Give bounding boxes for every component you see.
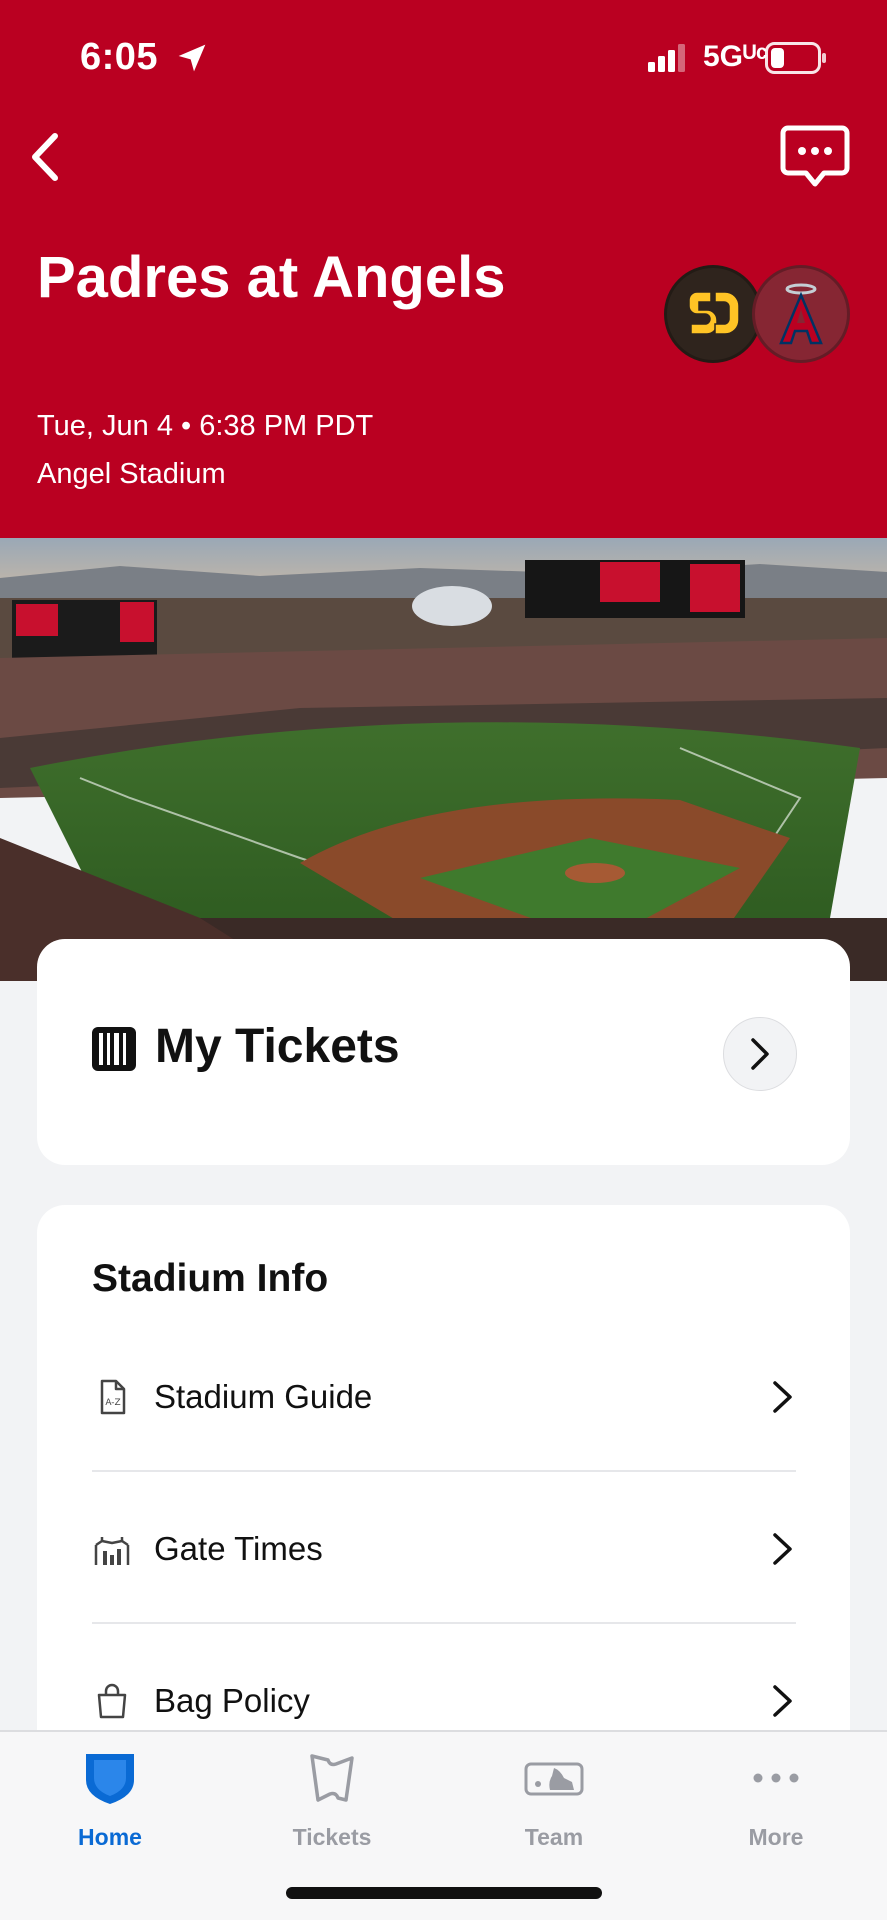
stadium-guide-row[interactable]: A-Z Stadium Guide <box>92 1322 796 1472</box>
chevron-right-icon <box>773 1533 792 1565</box>
my-tickets-label: My Tickets <box>155 1020 400 1073</box>
game-title: Padres at Angels <box>37 245 506 310</box>
more-dots-icon <box>753 1773 799 1783</box>
bag-policy-label: Bag Policy <box>154 1682 310 1719</box>
stadium-photo <box>0 538 887 981</box>
gate-icon <box>94 1537 130 1565</box>
stadium-info-title: Stadium Info <box>92 1257 329 1300</box>
bag-icon <box>97 1683 127 1719</box>
tab-tickets[interactable]: Tickets <box>232 1732 432 1872</box>
tab-home-label: Home <box>78 1824 142 1850</box>
padres-logo <box>664 265 762 363</box>
location-arrow-icon <box>178 44 206 72</box>
angels-a-icon <box>779 283 823 345</box>
chevron-right-icon <box>773 1381 792 1413</box>
gate-times-row[interactable]: Gate Times <box>92 1474 796 1624</box>
signal-icon <box>648 44 685 72</box>
game-venue: Angel Stadium <box>37 458 226 490</box>
back-button[interactable] <box>14 122 74 192</box>
stadium-guide-label: Stadium Guide <box>154 1378 373 1415</box>
stadium-illustration <box>0 538 887 981</box>
tab-more-label: More <box>748 1824 804 1850</box>
chat-bubble-icon[interactable] <box>780 124 850 190</box>
tab-tickets-label: Tickets <box>292 1824 372 1850</box>
mlb-logo-icon <box>524 1762 584 1796</box>
chevron-left-icon <box>32 133 58 181</box>
angels-logo <box>752 265 850 363</box>
chevron-right-icon <box>751 1038 769 1070</box>
home-shield-icon <box>86 1754 134 1804</box>
padres-sd-icon <box>688 291 740 335</box>
game-header: 6:05 5Gᵁᶜ Padres at Angels Tue, Jun 4 • … <box>0 0 887 538</box>
ticket-icon <box>310 1754 354 1802</box>
home-indicator[interactable] <box>286 1887 602 1899</box>
network-indicator: 5Gᵁᶜ <box>703 40 768 73</box>
document-az-icon: A-Z <box>100 1379 126 1415</box>
status-bar: 6:05 5Gᵁᶜ <box>0 0 887 120</box>
my-tickets-card[interactable]: My Tickets <box>37 939 850 1165</box>
svg-text:A-Z: A-Z <box>105 1398 120 1408</box>
chevron-right-icon <box>773 1685 792 1717</box>
tab-more[interactable]: More <box>676 1732 876 1872</box>
barcode-icon <box>92 1027 136 1071</box>
status-time: 6:05 <box>80 36 159 78</box>
my-tickets-open-button[interactable] <box>723 1017 797 1091</box>
tab-team[interactable]: Team <box>454 1732 654 1872</box>
tab-team-label: Team <box>524 1824 584 1850</box>
tab-home[interactable]: Home <box>10 1732 210 1872</box>
gate-times-label: Gate Times <box>154 1530 323 1567</box>
game-datetime: Tue, Jun 4 • 6:38 PM PDT <box>37 410 374 442</box>
battery-icon <box>765 42 826 74</box>
